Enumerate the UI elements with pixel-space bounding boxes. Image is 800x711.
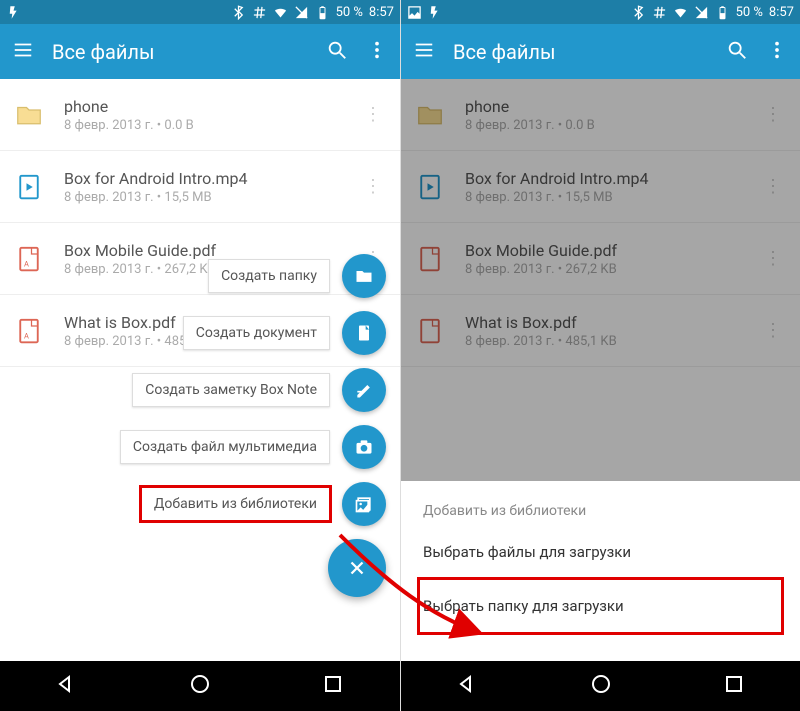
sheet-option[interactable]: Выбрать файлы для загрузки <box>419 525 782 579</box>
no-sim-icon <box>294 5 309 20</box>
svg-text:A: A <box>24 331 29 340</box>
page-title: Все файлы <box>52 40 308 64</box>
file-list: phone 8 февр. 2013 г. • 0.0 B ⋮ Box for A… <box>0 79 400 661</box>
page-title: Все файлы <box>453 40 708 64</box>
search-icon[interactable] <box>726 39 748 65</box>
list-item[interactable]: Box for Android Intro.mp4 8 февр. 2013 г.… <box>0 151 400 223</box>
hamburger-icon[interactable] <box>413 39 435 65</box>
folder-icon <box>14 100 58 130</box>
battery-percent: 50 % <box>736 5 763 20</box>
status-bar: 50 % 8:57 <box>401 0 800 24</box>
file-meta: 8 февр. 2013 г. • 15,5 MB <box>64 190 360 205</box>
svg-text:A: A <box>24 259 29 268</box>
image-icon <box>407 5 422 20</box>
bolt-icon <box>427 5 442 20</box>
nav-bar <box>401 661 800 711</box>
left-screenshot: 50 % 8:57 Все файлы phone 8 февр. 2013 г.… <box>0 0 400 711</box>
wifi-icon <box>273 5 288 20</box>
bluetooth-icon <box>231 5 246 20</box>
row-overflow-icon[interactable]: ⋮ <box>360 176 386 197</box>
library-icon <box>342 482 386 526</box>
fab-item[interactable]: Создать папку <box>208 254 386 298</box>
fab-item[interactable]: Создать заметку Box Note <box>132 368 386 412</box>
fab-item[interactable]: Добавить из библиотеки <box>141 482 386 526</box>
overflow-icon[interactable] <box>366 39 388 65</box>
battery-percent: 50 % <box>336 5 363 20</box>
fab-label: Добавить из библиотеки <box>141 487 330 521</box>
hash-icon <box>252 5 267 20</box>
sheet-heading: Добавить из библиотеки <box>419 489 782 525</box>
fab-label: Создать документ <box>183 316 330 350</box>
battery-icon <box>315 5 330 20</box>
note-icon <box>342 368 386 412</box>
overflow-icon[interactable] <box>766 39 788 65</box>
fab-label: Создать файл мультимедиа <box>120 430 330 464</box>
clock: 8:57 <box>769 5 794 20</box>
bottom-sheet: Добавить из библиотеки Выбрать файлы для… <box>401 481 800 661</box>
sheet-option[interactable]: Выбрать папку для загрузки <box>419 579 782 633</box>
right-screenshot: 50 % 8:57 Все файлы phone8 февр. 2013 г.… <box>400 0 800 711</box>
list-item[interactable]: phone 8 февр. 2013 г. • 0.0 B ⋮ <box>0 79 400 151</box>
doc-icon <box>342 311 386 355</box>
app-toolbar: Все файлы <box>0 24 400 79</box>
no-sim-icon <box>694 5 709 20</box>
bluetooth-icon <box>631 5 646 20</box>
camera-icon <box>342 425 386 469</box>
nav-home-icon[interactable] <box>589 672 613 700</box>
fab-item[interactable]: Создать файл мультимедиа <box>120 425 386 469</box>
nav-bar <box>0 661 400 711</box>
file-name: Box for Android Intro.mp4 <box>64 169 360 188</box>
file-name: phone <box>64 97 360 116</box>
file-meta: 8 февр. 2013 г. • 0.0 B <box>64 118 360 133</box>
hamburger-icon[interactable] <box>12 39 34 65</box>
nav-home-icon[interactable] <box>188 672 212 700</box>
nav-recent-icon[interactable] <box>722 672 746 700</box>
nav-back-icon[interactable] <box>55 672 79 700</box>
bolt-icon <box>6 5 21 20</box>
wifi-icon <box>673 5 688 20</box>
status-bar: 50 % 8:57 <box>0 0 400 24</box>
clock: 8:57 <box>369 5 394 20</box>
app-toolbar: Все файлы <box>401 24 800 79</box>
pdf-file-icon: A <box>14 244 58 274</box>
fab-menu: Добавить из библиотеки Создать файл муль… <box>120 254 386 597</box>
fab-label: Создать папку <box>208 259 330 293</box>
fab-label: Создать заметку Box Note <box>132 373 330 407</box>
fab-close-button[interactable] <box>328 539 386 597</box>
battery-icon <box>715 5 730 20</box>
search-icon[interactable] <box>326 39 348 65</box>
fab-item[interactable]: Создать документ <box>183 311 386 355</box>
nav-recent-icon[interactable] <box>321 672 345 700</box>
hash-icon <box>652 5 667 20</box>
folder-icon <box>342 254 386 298</box>
row-overflow-icon[interactable]: ⋮ <box>360 104 386 125</box>
video-file-icon <box>14 172 58 202</box>
pdf-file-icon: A <box>14 316 58 346</box>
nav-back-icon[interactable] <box>456 672 480 700</box>
